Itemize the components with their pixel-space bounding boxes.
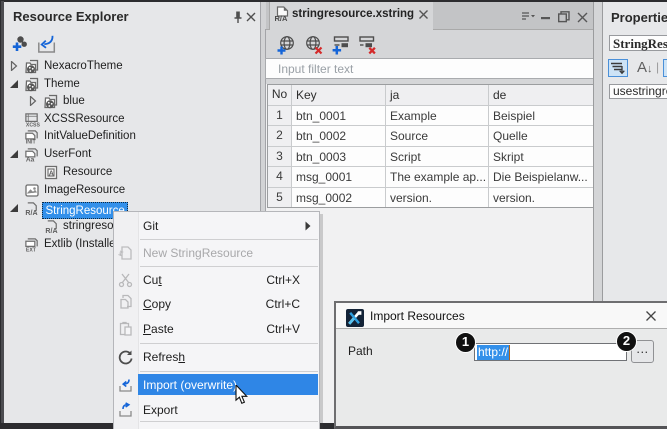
svg-text:EXT: EXT [26,248,37,253]
svg-text:INIT: INIT [26,140,37,145]
svg-text:Aa: Aa [26,157,35,163]
svg-text:R/A: R/A [45,228,57,235]
svg-text:R/A: R/A [25,210,37,217]
svg-text:A: A [49,171,54,178]
svg-text:R/A: R/A [275,14,289,22]
